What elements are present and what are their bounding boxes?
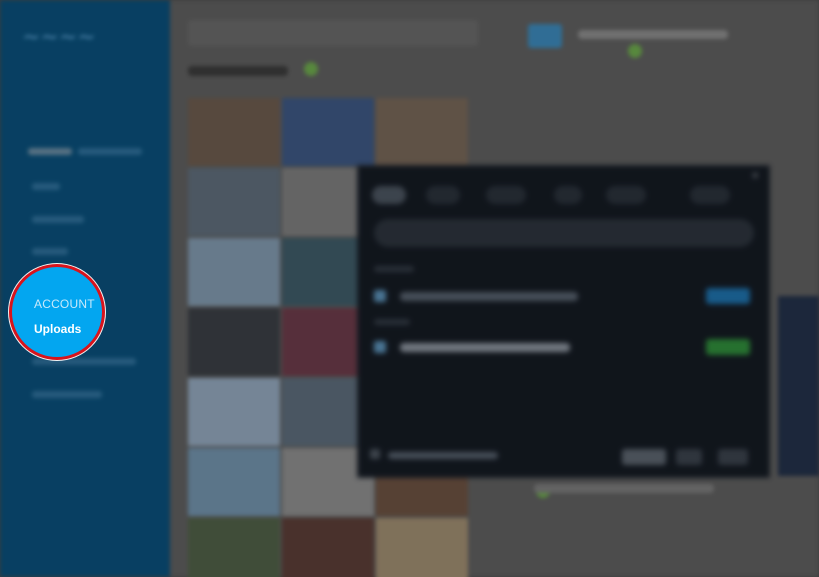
checkbox-icon[interactable] bbox=[370, 449, 380, 459]
dialog-tab[interactable] bbox=[426, 186, 460, 204]
search-input[interactable] bbox=[188, 20, 478, 46]
sidebar-section-account: ACCOUNT bbox=[34, 297, 95, 311]
dialog-tab[interactable] bbox=[486, 186, 526, 204]
sidebar-item[interactable] bbox=[32, 183, 60, 190]
background-app: ~~~~ ✕ bbox=[0, 0, 819, 577]
dialog-tab[interactable] bbox=[372, 186, 406, 204]
photo-tile[interactable] bbox=[188, 378, 280, 446]
sidebar-item-uploads[interactable]: Uploads bbox=[34, 322, 81, 336]
photo-tile[interactable] bbox=[188, 98, 280, 166]
row-text bbox=[400, 343, 570, 352]
photo-tile[interactable] bbox=[188, 518, 280, 577]
feed-title-placeholder bbox=[188, 66, 288, 76]
app-logo: ~~~~ bbox=[22, 24, 96, 50]
photo-tile[interactable] bbox=[282, 98, 374, 166]
status-badge bbox=[706, 288, 750, 304]
footer-text bbox=[388, 452, 498, 459]
dialog-tab[interactable] bbox=[690, 186, 730, 204]
status-dot bbox=[304, 62, 318, 76]
row-caption bbox=[374, 266, 414, 272]
photo-tile[interactable] bbox=[376, 98, 468, 166]
action-button[interactable] bbox=[528, 24, 562, 48]
highlight-spotlight: ACCOUNT Uploads bbox=[9, 264, 105, 360]
footer-text-placeholder bbox=[534, 484, 714, 493]
photo-tile[interactable] bbox=[188, 448, 280, 516]
close-icon[interactable]: ✕ bbox=[751, 172, 761, 182]
sidebar-item[interactable] bbox=[32, 248, 68, 255]
photo-tile[interactable] bbox=[282, 518, 374, 577]
status-dot bbox=[628, 44, 642, 58]
dialog-button[interactable] bbox=[622, 449, 666, 465]
sidebar-item[interactable] bbox=[32, 391, 102, 398]
row-caption bbox=[374, 319, 410, 325]
row-text bbox=[400, 292, 578, 301]
header-text-placeholder bbox=[578, 30, 728, 39]
dialog-tab[interactable] bbox=[554, 186, 582, 204]
photo-tile[interactable] bbox=[188, 168, 280, 236]
status-badge bbox=[706, 339, 750, 355]
photo-preview bbox=[778, 296, 819, 476]
dialog-button[interactable] bbox=[718, 449, 748, 465]
modal-dialog: ✕ bbox=[357, 165, 770, 478]
sidebar-item[interactable] bbox=[32, 216, 84, 223]
photo-tile[interactable] bbox=[188, 238, 280, 306]
sidebar-item[interactable] bbox=[28, 148, 72, 155]
photo-tile[interactable] bbox=[376, 518, 468, 577]
dialog-button[interactable] bbox=[676, 449, 702, 465]
dialog-search-input[interactable] bbox=[374, 219, 754, 247]
photo-tile[interactable] bbox=[188, 308, 280, 376]
checkbox-icon[interactable] bbox=[374, 341, 386, 353]
dialog-tab[interactable] bbox=[606, 186, 646, 204]
sidebar-item[interactable] bbox=[78, 148, 142, 155]
checkbox-icon[interactable] bbox=[374, 290, 386, 302]
